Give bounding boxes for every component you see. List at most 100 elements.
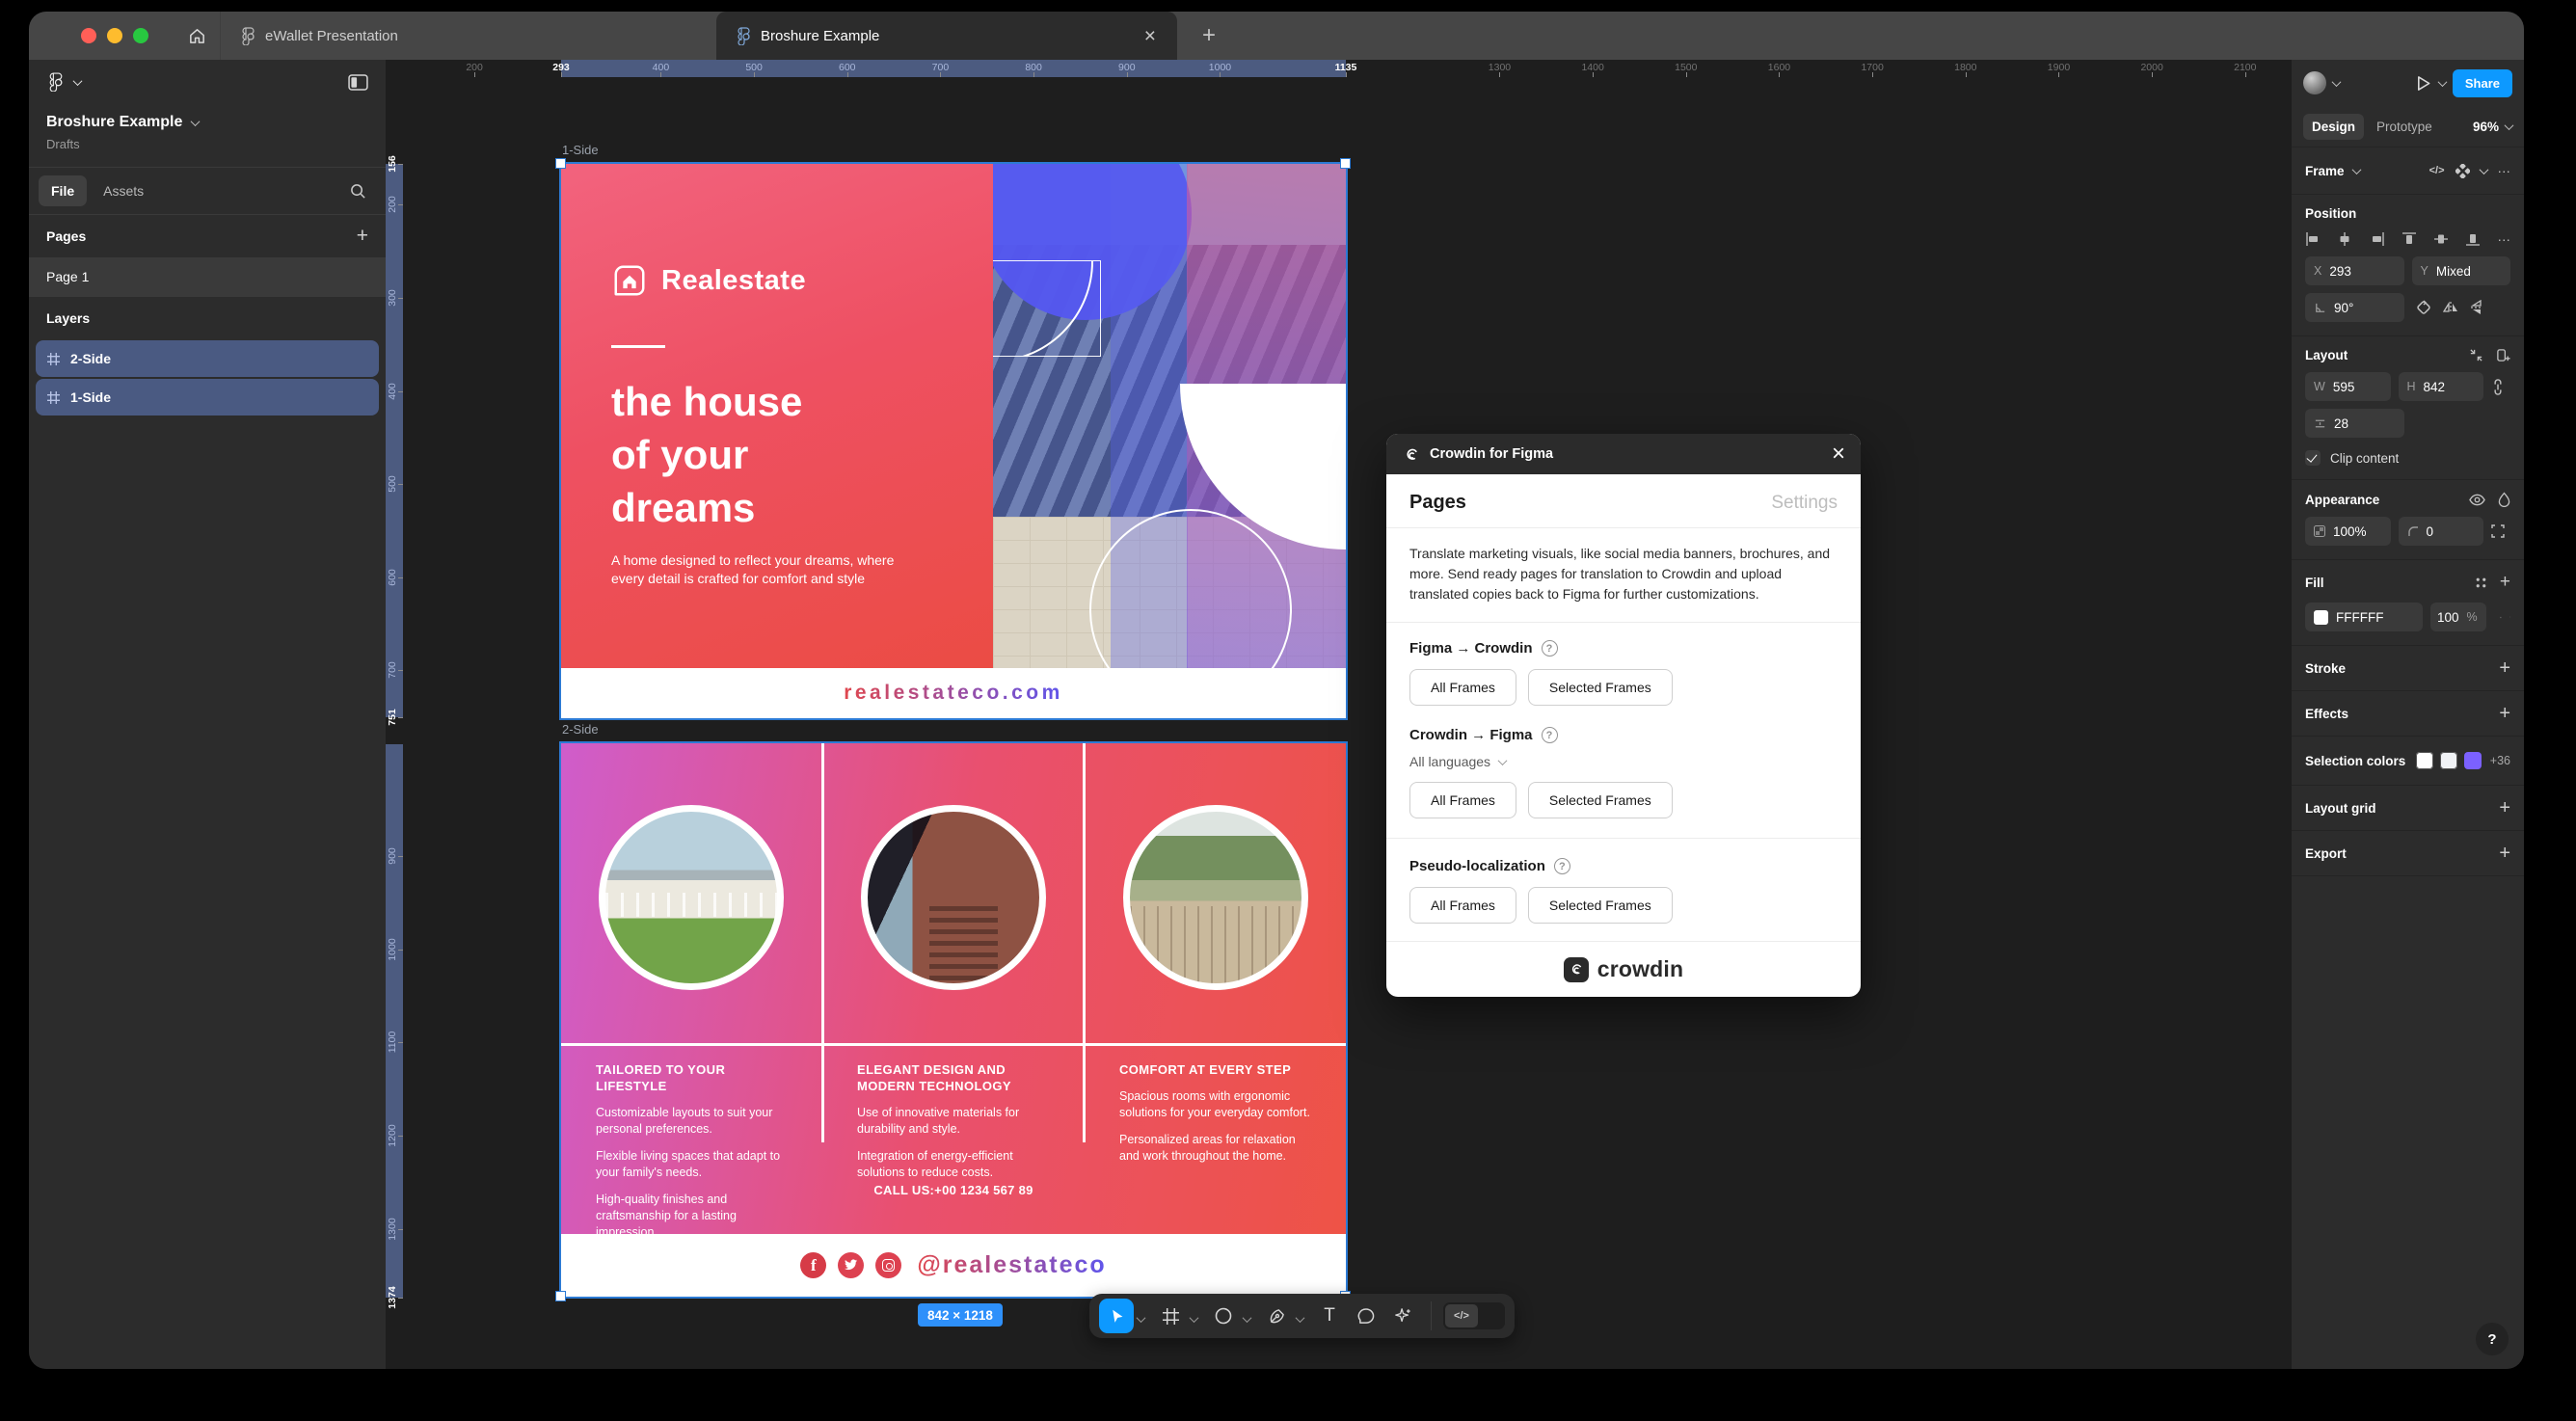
more-align-options-icon[interactable]: ··· bbox=[2498, 232, 2511, 247]
search-icon[interactable] bbox=[350, 183, 366, 200]
x-position-input[interactable]: X 293 bbox=[2305, 256, 2404, 285]
pen-tool-button[interactable] bbox=[1260, 1299, 1293, 1333]
corner-radius-input[interactable]: 0 bbox=[2398, 517, 2483, 546]
add-layout-grid-button[interactable]: + bbox=[2499, 797, 2510, 819]
flip-horizontal-icon[interactable] bbox=[2442, 301, 2458, 314]
eye-icon[interactable] bbox=[2500, 611, 2502, 624]
selection-color-swatch[interactable] bbox=[2439, 752, 2457, 769]
share-button[interactable]: Share bbox=[2452, 68, 2512, 97]
new-tab-button[interactable]: + bbox=[1202, 22, 1216, 49]
zoom-control[interactable]: 96% bbox=[2473, 120, 2514, 134]
layer-item-2-side[interactable]: 2-Side bbox=[36, 340, 379, 377]
modal-header[interactable]: Crowdin for Figma × bbox=[1386, 434, 1861, 474]
add-stroke-button[interactable]: + bbox=[2499, 657, 2510, 680]
add-page-button[interactable]: + bbox=[357, 225, 368, 248]
selection-handle-top-right[interactable] bbox=[1340, 158, 1351, 169]
flip-vertical-icon[interactable] bbox=[2470, 300, 2483, 315]
blend-mode-icon[interactable] bbox=[2498, 492, 2510, 507]
all-frames-button[interactable]: All Frames bbox=[1409, 887, 1516, 924]
align-vertical-center-icon[interactable] bbox=[2433, 231, 2449, 247]
file-location[interactable]: Drafts bbox=[46, 137, 368, 151]
width-input[interactable]: W 595 bbox=[2305, 372, 2391, 401]
selection-handle-top-left[interactable] bbox=[555, 158, 566, 169]
code-icon[interactable]: </> bbox=[2429, 165, 2445, 176]
help-icon[interactable]: ? bbox=[1541, 727, 1558, 743]
frame-tool-button[interactable] bbox=[1154, 1299, 1187, 1333]
comment-tool-button[interactable] bbox=[1350, 1299, 1382, 1333]
dev-mode-toggle[interactable]: </> bbox=[1443, 1302, 1505, 1329]
page-item-page-1[interactable]: Page 1 bbox=[29, 257, 386, 296]
component-icon[interactable] bbox=[2455, 163, 2470, 178]
tab-broshure-example[interactable]: Broshure Example × bbox=[716, 12, 1177, 60]
chevron-down-icon[interactable] bbox=[1295, 1312, 1305, 1323]
align-left-icon[interactable] bbox=[2305, 231, 2321, 247]
present-play-icon[interactable] bbox=[2416, 75, 2431, 92]
chevron-down-icon[interactable] bbox=[1189, 1312, 1199, 1323]
file-title-row[interactable]: Broshure Example bbox=[46, 114, 368, 131]
all-frames-button[interactable]: All Frames bbox=[1409, 669, 1516, 706]
add-effect-button[interactable]: + bbox=[2499, 703, 2510, 725]
rotate-icon[interactable] bbox=[2416, 300, 2431, 315]
selection-color-swatch[interactable] bbox=[2463, 752, 2482, 769]
actions-tool-button[interactable] bbox=[1386, 1299, 1419, 1333]
auto-layout-icon[interactable] bbox=[2496, 348, 2510, 362]
modal-tab-settings[interactable]: Settings bbox=[1771, 493, 1838, 514]
close-tab-icon[interactable]: × bbox=[1144, 26, 1156, 46]
sidebar-tab-file[interactable]: File bbox=[39, 175, 88, 206]
modal-tab-pages[interactable]: Pages bbox=[1409, 492, 1466, 514]
y-position-input[interactable]: Y Mixed bbox=[2411, 256, 2510, 285]
close-window-button[interactable] bbox=[81, 28, 96, 43]
figma-menu-icon[interactable] bbox=[46, 72, 66, 92]
shape-tool-button[interactable] bbox=[1207, 1299, 1240, 1333]
toggle-sidebar-icon[interactable] bbox=[348, 73, 368, 91]
chevron-down-icon[interactable] bbox=[1242, 1312, 1252, 1323]
fullscreen-window-button[interactable] bbox=[133, 28, 148, 43]
home-tab[interactable] bbox=[174, 12, 220, 60]
all-frames-button[interactable]: All Frames bbox=[1409, 782, 1516, 818]
avatar[interactable] bbox=[2303, 71, 2326, 94]
frame-label-1-side[interactable]: 1-Side bbox=[562, 143, 599, 157]
rotation-input[interactable]: 90° bbox=[2305, 293, 2404, 322]
selected-frames-button[interactable]: Selected Frames bbox=[1527, 782, 1673, 818]
selection-color-swatch[interactable] bbox=[2415, 752, 2433, 769]
add-export-button[interactable]: + bbox=[2499, 843, 2510, 865]
align-bottom-icon[interactable] bbox=[2465, 231, 2481, 247]
chevron-down-icon[interactable] bbox=[2437, 76, 2448, 87]
canvas[interactable]: 200 293 400 500 600 700 800 900 1000 1135 1300 1400… bbox=[386, 60, 2292, 1369]
tab-ewallet-presentation[interactable]: eWallet Presentation bbox=[220, 12, 716, 60]
clip-content-checkbox[interactable]: Clip content bbox=[2305, 450, 2510, 466]
layer-item-1-side[interactable]: 1-Side bbox=[36, 379, 379, 416]
add-fill-button[interactable]: + bbox=[2500, 572, 2510, 593]
move-tool-button[interactable] bbox=[1099, 1299, 1134, 1333]
chevron-down-icon[interactable] bbox=[72, 75, 83, 86]
frame-2-side[interactable]: TAILORED TO YOUR LIFESTYLE Customizable … bbox=[561, 743, 1346, 1297]
fill-color-swatch[interactable] bbox=[2314, 609, 2328, 625]
chevron-down-icon[interactable] bbox=[2479, 164, 2488, 174]
selection-handle-bottom-left[interactable] bbox=[555, 1291, 566, 1301]
frame-1-side[interactable]: Realestate the house of your dreams A ho… bbox=[561, 164, 1346, 718]
text-tool-button[interactable]: T bbox=[1313, 1299, 1346, 1333]
styles-icon[interactable] bbox=[2475, 576, 2487, 589]
minimize-window-button[interactable] bbox=[107, 28, 122, 43]
sidebar-tab-assets[interactable]: Assets bbox=[91, 175, 156, 206]
help-button[interactable]: ? bbox=[2476, 1323, 2509, 1355]
eye-icon[interactable] bbox=[2469, 494, 2485, 506]
more-colors-count[interactable]: +36 bbox=[2490, 754, 2510, 767]
close-icon[interactable]: × bbox=[1832, 442, 1845, 466]
selected-frames-button[interactable]: Selected Frames bbox=[1527, 669, 1673, 706]
tab-design[interactable]: Design bbox=[2303, 113, 2365, 140]
constrain-proportions-icon[interactable] bbox=[2491, 378, 2505, 395]
language-dropdown[interactable]: All languages bbox=[1409, 754, 1838, 769]
gap-input[interactable]: 28 bbox=[2305, 409, 2404, 438]
align-top-icon[interactable] bbox=[2402, 231, 2417, 247]
chevron-down-icon[interactable] bbox=[2331, 76, 2342, 87]
align-horizontal-center-icon[interactable] bbox=[2337, 231, 2352, 247]
chevron-down-icon[interactable] bbox=[2351, 164, 2361, 174]
height-input[interactable]: H 842 bbox=[2398, 372, 2483, 401]
more-options-icon[interactable]: ··· bbox=[2498, 164, 2511, 178]
selected-frames-button[interactable]: Selected Frames bbox=[1527, 887, 1673, 924]
remove-fill-icon[interactable] bbox=[2509, 611, 2510, 623]
help-icon[interactable]: ? bbox=[1541, 640, 1558, 657]
selection-type-label[interactable]: Frame bbox=[2305, 164, 2345, 178]
align-right-icon[interactable] bbox=[2370, 231, 2385, 247]
